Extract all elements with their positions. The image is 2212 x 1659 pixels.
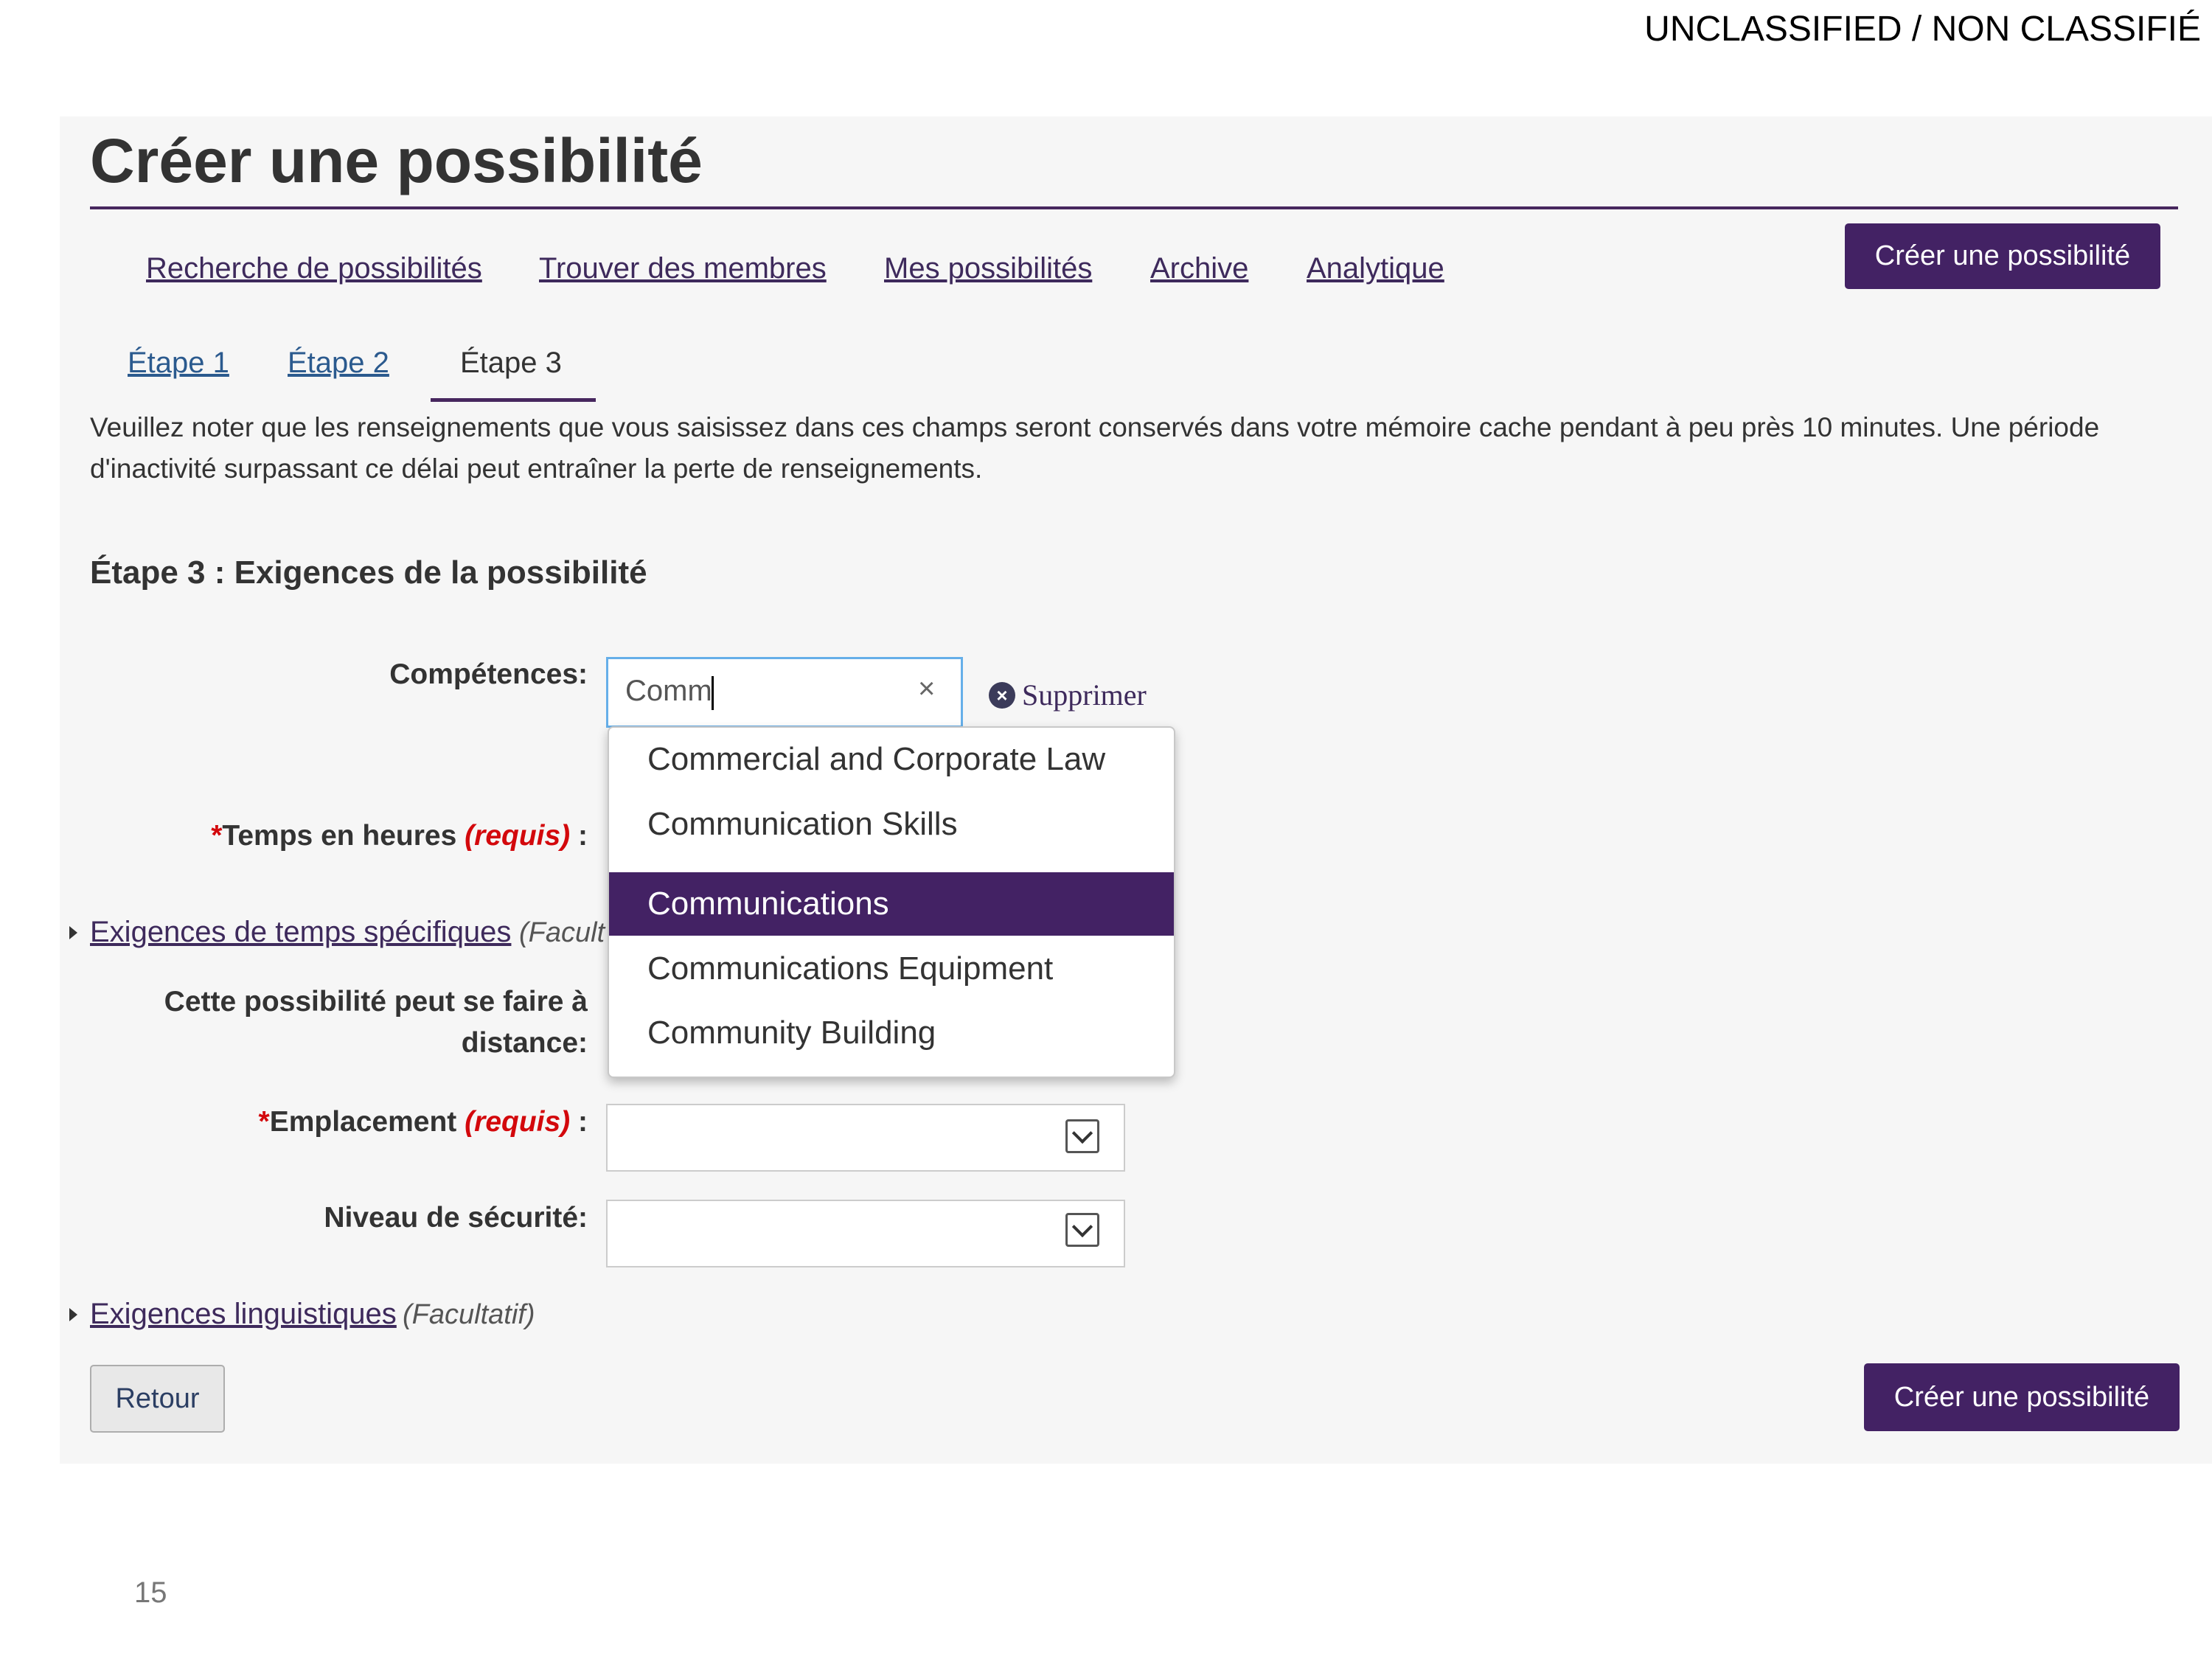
suggestion-item[interactable]: Communication Skills <box>609 793 1174 856</box>
classification-banner: UNCLASSIFIED / NON CLASSIFIÉ <box>1644 10 2201 49</box>
skills-input-value: Comm <box>625 675 712 707</box>
hours-label-colon: : <box>570 820 588 852</box>
active-tab-indicator <box>431 398 596 402</box>
tab-step-1[interactable]: Étape 1 <box>128 347 229 380</box>
remote-label-line2: distance: <box>461 1027 588 1059</box>
security-label: Niveau de sécurité: <box>324 1202 588 1234</box>
skills-autocomplete-dropdown: Commercial and Corporate Law Communicati… <box>608 726 1175 1078</box>
page-title: Créer une possibilité <box>90 126 703 195</box>
nav-link-my-opportunities[interactable]: Mes possibilités <box>884 252 1092 285</box>
required-marker: (requis) <box>465 1106 571 1138</box>
suggestion-item[interactable]: Communications Equipment <box>609 937 1174 1001</box>
title-divider <box>90 206 2178 209</box>
suggestion-item[interactable]: Community Building <box>609 1001 1174 1065</box>
expand-arrow-icon[interactable] <box>69 1308 77 1321</box>
required-star: * <box>211 820 223 852</box>
remove-skill-link[interactable]: Supprimer <box>1022 678 1147 712</box>
optional-marker: (Facultatif) <box>403 1299 535 1330</box>
chevron-down-icon[interactable] <box>1065 1213 1099 1247</box>
nav-link-archive[interactable]: Archive <box>1150 252 1248 285</box>
security-level-select[interactable] <box>606 1200 1125 1267</box>
tab-step-3[interactable]: Étape 3 <box>460 347 562 380</box>
back-button[interactable]: Retour <box>90 1365 225 1433</box>
hours-label: *Temps en heures (requis) : <box>211 820 588 852</box>
skills-label: Compétences: <box>389 658 588 690</box>
location-select[interactable] <box>606 1104 1125 1172</box>
text-caret <box>712 676 714 710</box>
specific-time-requirements-link[interactable]: Exigences de temps spécifiques <box>90 916 511 949</box>
remote-label-line1: Cette possibilité peut se faire à <box>164 986 588 1018</box>
location-label-colon: : <box>570 1106 588 1138</box>
nav-link-analytics[interactable]: Analytique <box>1307 252 1444 285</box>
section-title: Étape 3 : Exigences de la possibilité <box>90 554 647 591</box>
location-label: *Emplacement (requis) : <box>259 1106 588 1138</box>
tab-step-2[interactable]: Étape 2 <box>288 347 389 380</box>
cache-notice: Veuillez noter que les renseignements qu… <box>90 412 2100 484</box>
language-requirements-link[interactable]: Exigences linguistiques <box>90 1298 397 1331</box>
required-star: * <box>258 1106 270 1138</box>
slide-page-number: 15 <box>134 1576 167 1609</box>
suggestion-item[interactable]: Commercial and Corporate Law <box>609 728 1174 791</box>
hours-label-text: Temps en heures <box>222 820 457 852</box>
create-opportunity-button-bottom[interactable]: Créer une possibilité <box>1864 1363 2180 1431</box>
location-label-text: Emplacement <box>269 1106 457 1138</box>
required-marker: (requis) <box>465 820 571 852</box>
remove-circle-icon[interactable]: × <box>989 682 1015 709</box>
suggestion-item-highlighted[interactable]: Communications <box>609 872 1174 936</box>
optional-marker: (Facult <box>519 917 605 948</box>
clear-icon[interactable]: × <box>918 672 935 706</box>
nav-link-search-opportunities[interactable]: Recherche de possibilités <box>146 252 482 285</box>
chevron-down-icon[interactable] <box>1065 1119 1099 1153</box>
create-opportunity-button-top[interactable]: Créer une possibilité <box>1845 223 2160 289</box>
nav-link-find-members[interactable]: Trouver des membres <box>539 252 827 285</box>
expand-arrow-icon[interactable] <box>69 926 77 939</box>
